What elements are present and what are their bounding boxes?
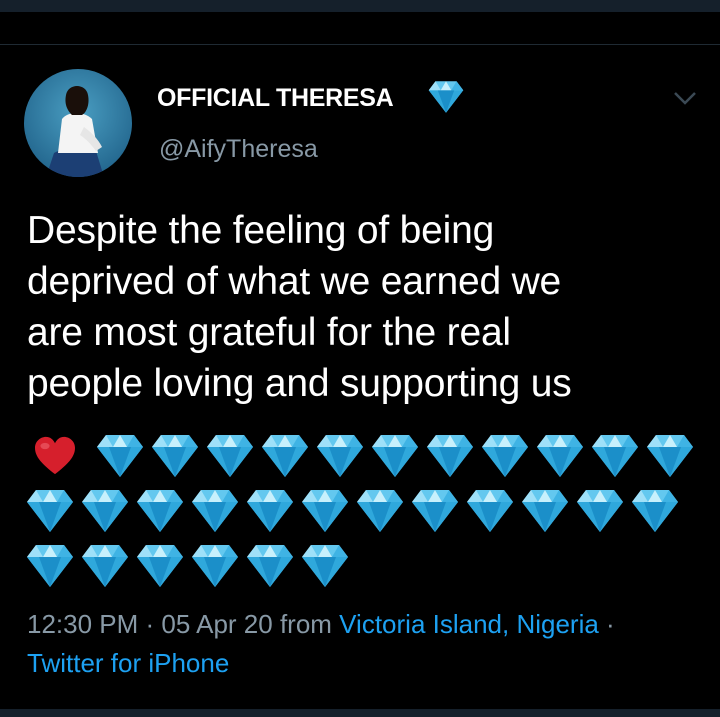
blue-diamond-icon — [411, 489, 459, 533]
blue-diamond-icon — [191, 544, 239, 588]
tweet-meta: 12:30 PM · 05 Apr 20 from Victoria Islan… — [27, 609, 615, 640]
blue-diamond-icon — [576, 489, 624, 533]
tweet-date[interactable]: 05 Apr 20 — [161, 609, 272, 639]
blue-diamond-icon — [521, 489, 569, 533]
blue-diamond-icon — [316, 434, 364, 478]
blue-diamond-icon — [536, 434, 584, 478]
blue-diamond-icon — [301, 489, 349, 533]
username-handle[interactable]: @AifyTheresa — [159, 135, 318, 164]
blue-diamond-icon — [371, 434, 419, 478]
avatar[interactable] — [24, 69, 132, 177]
blue-diamond-icon — [631, 489, 679, 533]
blue-diamond-icon — [136, 544, 184, 588]
blue-diamond-icon — [356, 489, 404, 533]
from-label: from — [272, 609, 340, 639]
blue-diamond-icon — [81, 489, 129, 533]
blue-diamond-icon — [646, 434, 694, 478]
bottom-edge-strip — [0, 709, 720, 717]
client-link[interactable]: Twitter for iPhone — [27, 648, 229, 678]
meta-separator: · — [598, 609, 615, 639]
location-link[interactable]: Victoria Island, Nigeria — [339, 609, 599, 639]
blue-diamond-icon — [96, 434, 144, 478]
blue-diamond-icon — [466, 489, 514, 533]
top-edge-strip — [0, 0, 720, 12]
blue-diamond-icon — [261, 434, 309, 478]
blue-diamond-icon — [136, 489, 184, 533]
tweet-time[interactable]: 12:30 PM — [27, 609, 138, 639]
tweet-text-line: Despite the feeling of being — [27, 209, 495, 252]
meta-separator: · — [138, 609, 162, 639]
blue-diamond-icon — [151, 434, 199, 478]
blue-diamond-icon — [301, 544, 349, 588]
blue-diamond-icon — [81, 544, 129, 588]
tweet-text-line: deprived of what we earned we — [27, 260, 562, 303]
red-heart-icon — [33, 436, 77, 476]
blue-diamond-icon — [591, 434, 639, 478]
tweet-text-line: are most grateful for the real — [27, 311, 511, 354]
chevron-down-icon[interactable] — [672, 88, 698, 108]
blue-diamond-icon — [428, 80, 464, 114]
blue-diamond-icon — [246, 544, 294, 588]
blue-diamond-icon — [246, 489, 294, 533]
blue-diamond-icon — [426, 434, 474, 478]
tweet-text-line: people loving and supporting us — [27, 362, 572, 405]
blue-diamond-icon — [191, 489, 239, 533]
blue-diamond-icon — [26, 489, 74, 533]
blue-diamond-icon — [26, 544, 74, 588]
blue-diamond-icon — [481, 434, 529, 478]
tweet-source: Twitter for iPhone — [27, 648, 229, 679]
header-divider — [0, 44, 720, 45]
display-name[interactable]: OFFICIAL THERESA — [157, 84, 394, 113]
tweet-text: Despite the feeling of being deprived of… — [27, 205, 707, 409]
blue-diamond-icon — [206, 434, 254, 478]
